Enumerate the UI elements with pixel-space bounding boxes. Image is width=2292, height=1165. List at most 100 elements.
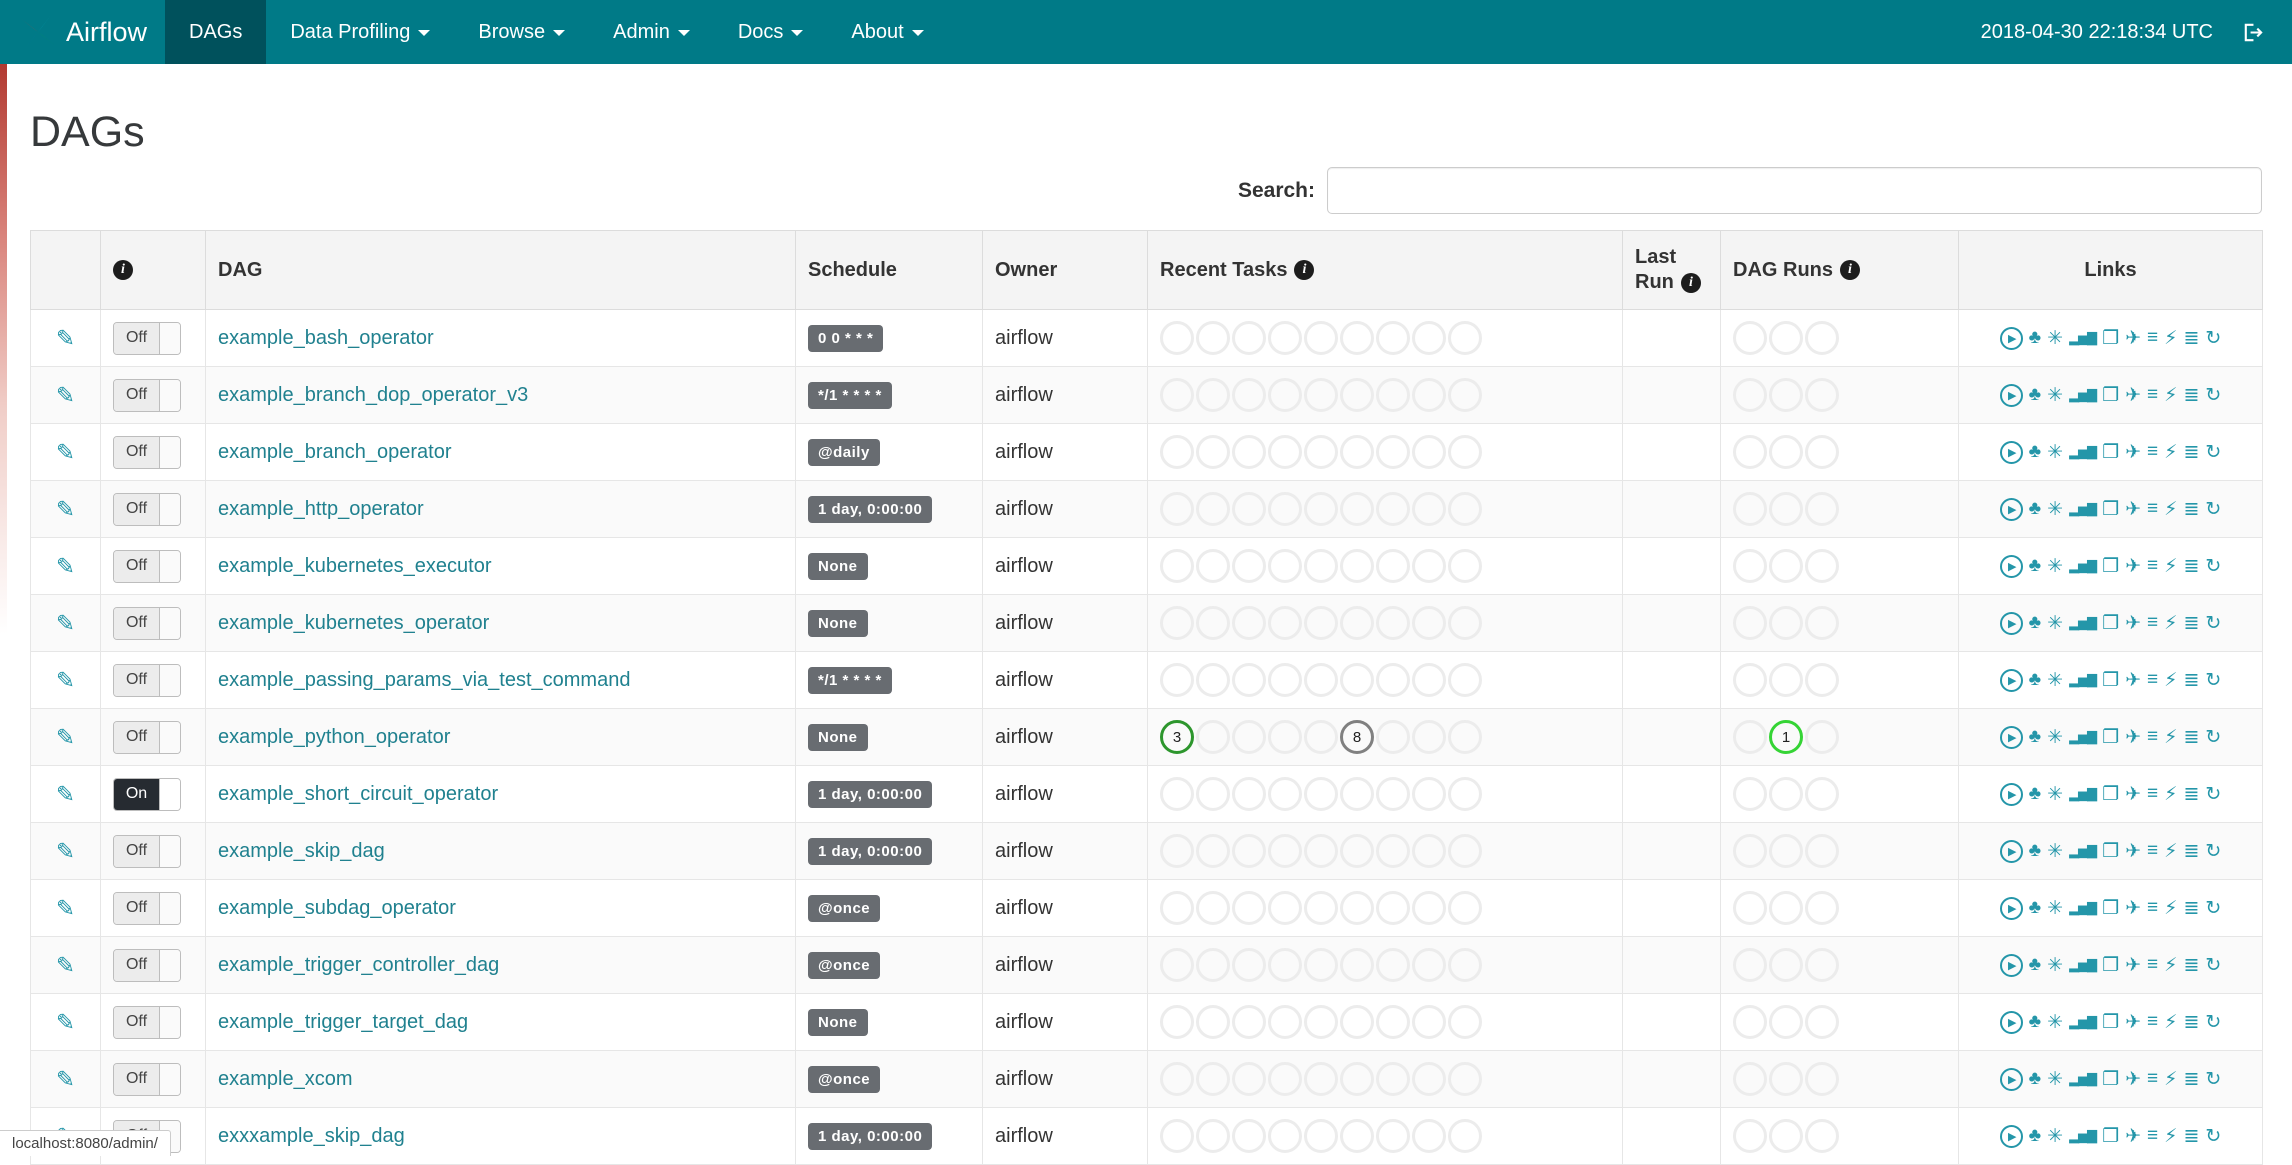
landing-times-icon[interactable]: ✈ [2125,555,2141,578]
graph-view-icon[interactable]: ✳ [2047,555,2063,578]
dag-pause-toggle[interactable]: Off [113,435,181,469]
refresh-icon[interactable]: ↻ [2205,954,2221,977]
info-icon[interactable]: i [1294,260,1315,281]
task-details-icon[interactable]: ≣ [2183,726,2199,749]
edit-dag-icon[interactable]: ✎ [56,781,75,807]
dag-link[interactable]: example_branch_dop_operator_v3 [218,384,528,406]
tree-view-icon[interactable]: ♣ [2029,840,2041,862]
schedule-badge[interactable]: */1 * * * * [808,666,892,694]
task-tries-icon[interactable]: ❐ [2102,612,2119,635]
gantt-icon[interactable]: ≡ [2147,384,2158,406]
dag-link[interactable]: example_trigger_target_dag [218,1011,468,1033]
edit-dag-icon[interactable]: ✎ [56,667,75,693]
graph-view-icon[interactable]: ✳ [2047,954,2063,977]
trigger-dag-icon[interactable]: ▶ [1999,1010,2023,1034]
trigger-dag-icon[interactable]: ▶ [1999,326,2023,350]
dag-link[interactable]: example_skip_dag [218,840,385,862]
tree-view-icon[interactable]: ♣ [2029,897,2041,919]
refresh-icon[interactable]: ↻ [2205,384,2221,407]
task-details-icon[interactable]: ≣ [2183,840,2199,863]
schedule-badge[interactable]: 0 0 * * * [808,324,884,352]
trigger-dag-icon[interactable]: ▶ [1999,383,2023,407]
task-details-icon[interactable]: ≣ [2183,954,2199,977]
tree-view-icon[interactable]: ♣ [2029,612,2041,634]
dag-pause-toggle[interactable]: Off [113,1062,181,1096]
gantt-icon[interactable]: ≡ [2147,783,2158,805]
graph-view-icon[interactable]: ✳ [2047,1068,2063,1091]
landing-times-icon[interactable]: ✈ [2125,897,2141,920]
tree-view-icon[interactable]: ♣ [2029,1125,2041,1147]
task-tries-icon[interactable]: ❐ [2102,897,2119,920]
task-tries-icon[interactable]: ❐ [2102,954,2119,977]
graph-view-icon[interactable]: ✳ [2047,441,2063,464]
refresh-icon[interactable]: ↻ [2205,897,2221,920]
task-details-icon[interactable]: ≣ [2183,783,2199,806]
gantt-icon[interactable]: ≡ [2147,441,2158,463]
task-tries-icon[interactable]: ❐ [2102,1125,2119,1148]
schedule-badge[interactable]: None [808,609,868,637]
refresh-icon[interactable]: ↻ [2205,441,2221,464]
nav-item-browse[interactable]: Browse [454,0,589,64]
graph-view-icon[interactable]: ✳ [2047,783,2063,806]
trigger-dag-icon[interactable]: ▶ [1999,440,2023,464]
refresh-icon[interactable]: ↻ [2205,555,2221,578]
gantt-icon[interactable]: ≡ [2147,954,2158,976]
task-duration-icon[interactable]: ▂▅▇ [2069,786,2097,802]
schedule-badge[interactable]: 1 day, 0:00:00 [808,837,933,865]
trigger-dag-icon[interactable]: ▶ [1999,725,2023,749]
tree-view-icon[interactable]: ♣ [2029,441,2041,463]
task-tries-icon[interactable]: ❐ [2102,1068,2119,1091]
dag-pause-toggle[interactable]: On [113,777,181,811]
dag-pause-toggle[interactable]: Off [113,378,181,412]
edit-dag-icon[interactable]: ✎ [56,895,75,921]
nav-item-data-profiling[interactable]: Data Profiling [266,0,454,64]
info-icon[interactable]: i [1680,272,1701,293]
task-duration-icon[interactable]: ▂▅▇ [2069,672,2097,688]
edit-dag-icon[interactable]: ✎ [56,1009,75,1035]
trigger-dag-icon[interactable]: ▶ [1999,1067,2023,1091]
gantt-icon[interactable]: ≡ [2147,612,2158,634]
trigger-dag-icon[interactable]: ▶ [1999,839,2023,863]
refresh-icon[interactable]: ↻ [2205,669,2221,692]
graph-view-icon[interactable]: ✳ [2047,498,2063,521]
dag-pause-toggle[interactable]: Off [113,834,181,868]
tree-view-icon[interactable]: ♣ [2029,783,2041,805]
schedule-badge[interactable]: None [808,1008,868,1036]
logout-icon[interactable] [2241,21,2264,44]
landing-times-icon[interactable]: ✈ [2125,384,2141,407]
code-view-icon[interactable]: ⚡ [2164,441,2177,464]
task-duration-icon[interactable]: ▂▅▇ [2069,1071,2097,1087]
code-view-icon[interactable]: ⚡ [2164,840,2177,863]
graph-view-icon[interactable]: ✳ [2047,612,2063,635]
nav-item-admin[interactable]: Admin [589,0,714,64]
task-details-icon[interactable]: ≣ [2183,1125,2199,1148]
dag-pause-toggle[interactable]: Off [113,321,181,355]
task-tries-icon[interactable]: ❐ [2102,327,2119,350]
nav-item-dags[interactable]: DAGs [165,0,267,64]
task-details-icon[interactable]: ≣ [2183,1068,2199,1091]
refresh-icon[interactable]: ↻ [2205,1068,2221,1091]
task-details-icon[interactable]: ≣ [2183,612,2199,635]
dag-link[interactable]: example_kubernetes_operator [218,612,489,634]
schedule-badge[interactable]: 1 day, 0:00:00 [808,1122,933,1150]
task-details-icon[interactable]: ≣ [2183,327,2199,350]
refresh-icon[interactable]: ↻ [2205,612,2221,635]
task-details-icon[interactable]: ≣ [2183,669,2199,692]
edit-dag-icon[interactable]: ✎ [56,610,75,636]
graph-view-icon[interactable]: ✳ [2047,726,2063,749]
tree-view-icon[interactable]: ♣ [2029,726,2041,748]
dag-link[interactable]: example_subdag_operator [218,897,456,919]
landing-times-icon[interactable]: ✈ [2125,1011,2141,1034]
landing-times-icon[interactable]: ✈ [2125,612,2141,635]
landing-times-icon[interactable]: ✈ [2125,669,2141,692]
refresh-icon[interactable]: ↻ [2205,498,2221,521]
task-tries-icon[interactable]: ❐ [2102,783,2119,806]
dag-pause-toggle[interactable]: Off [113,663,181,697]
landing-times-icon[interactable]: ✈ [2125,726,2141,749]
graph-view-icon[interactable]: ✳ [2047,840,2063,863]
schedule-badge[interactable]: */1 * * * * [808,381,892,409]
recent-task-circle[interactable]: 8 [1340,720,1374,754]
edit-dag-icon[interactable]: ✎ [56,952,75,978]
dag-link[interactable]: example_python_operator [218,726,450,748]
dag-link[interactable]: example_xcom [218,1068,353,1090]
